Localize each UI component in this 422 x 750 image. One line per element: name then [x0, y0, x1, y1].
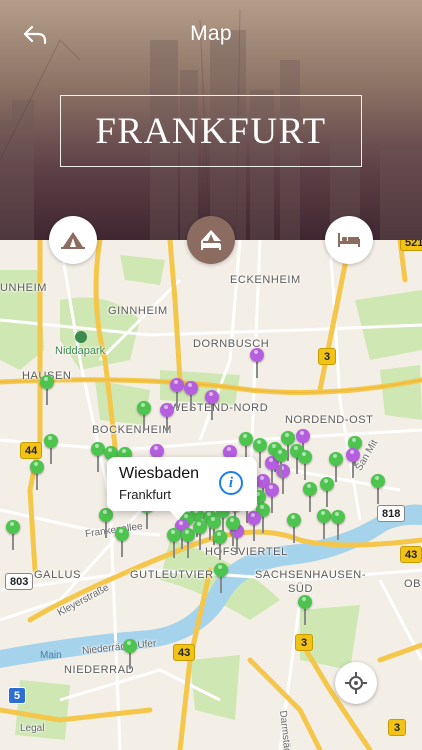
info-icon[interactable]: i [219, 471, 243, 495]
city-title-box: FRANKFURT [60, 95, 362, 167]
place-pin-green[interactable] [303, 482, 317, 512]
road-shield: 3 [318, 348, 336, 365]
place-pin-green[interactable] [214, 563, 228, 593]
road-shield: 43 [173, 644, 196, 661]
place-pin-green[interactable] [256, 503, 270, 533]
legal-link[interactable]: Legal [20, 723, 44, 734]
place-pin-green[interactable] [320, 477, 334, 507]
district-label: SÜD [288, 583, 314, 595]
crosshair-icon [345, 672, 367, 694]
district-label: SACHSENHAUSEN- [255, 569, 367, 581]
place-pin-green[interactable] [99, 508, 113, 538]
place-pin-purple[interactable] [184, 381, 198, 411]
header-banner: Map FRANKFURT [0, 0, 422, 240]
place-pin-green[interactable] [44, 434, 58, 464]
page-title: Map [190, 22, 232, 45]
tab-attractions[interactable] [49, 216, 97, 264]
road-shield: 3 [295, 634, 313, 651]
place-pin-green[interactable] [30, 460, 44, 490]
map-view[interactable]: UNHEIM ECKENHEIM GINNHEIM DORNBUSCH HAUS… [0, 240, 422, 750]
callout-subtitle: Frankfurt [119, 487, 172, 502]
park-marker-icon [75, 331, 87, 343]
place-pin-green[interactable] [40, 375, 54, 405]
place-pin-green[interactable] [298, 450, 312, 480]
place-pin-green[interactable] [371, 474, 385, 504]
nav-bar: Map [0, 14, 422, 54]
district-label: WESTEND-NORD [170, 402, 269, 414]
city-name: FRANKFURT [95, 110, 327, 152]
place-pin-purple[interactable] [276, 464, 290, 494]
district-label: NIEDERRAD [64, 664, 135, 676]
road-shield: 3 [388, 719, 406, 736]
tab-lodging[interactable] [325, 216, 373, 264]
callout-title: Wiesbaden [119, 465, 200, 482]
place-pin-green[interactable] [298, 595, 312, 625]
district-label: HOFSVIERTEL [205, 546, 288, 558]
district-label: ECKENHEIM [230, 274, 301, 286]
road-shield: 44 [20, 442, 43, 459]
district-label: UNHEIM [0, 282, 47, 294]
place-pin-green[interactable] [317, 509, 331, 539]
district-label: NORDEND-OST [285, 414, 374, 426]
district-label: GINNHEIM [108, 305, 168, 317]
place-pin-purple[interactable] [346, 448, 360, 478]
place-pin-green[interactable] [115, 527, 129, 557]
place-pin-green[interactable] [167, 528, 181, 558]
place-pin-purple[interactable] [250, 348, 264, 378]
place-pin-green[interactable] [123, 639, 137, 669]
place-pin-green[interactable] [331, 510, 345, 540]
road-shield: 818 [377, 505, 406, 522]
place-pin-purple[interactable] [205, 390, 219, 420]
place-pin-purple[interactable] [160, 403, 174, 433]
place-pin-green[interactable] [140, 499, 154, 529]
bed-icon [338, 233, 360, 247]
place-pin-green[interactable] [193, 520, 207, 550]
place-pin-purple[interactable] [265, 483, 279, 513]
place-pin-green[interactable] [226, 516, 240, 546]
district-label: BOCKENHEIM [92, 424, 172, 436]
map-callout[interactable]: Wiesbaden Frankfurt i [107, 457, 257, 520]
place-pin-green[interactable] [329, 452, 343, 482]
river-label: Main [40, 650, 62, 661]
place-pin-green[interactable] [253, 438, 267, 468]
hotel-tent-icon [201, 230, 221, 250]
road-shield: 43 [400, 546, 422, 563]
place-pin-purple[interactable] [170, 378, 184, 408]
place-pin-purple[interactable] [247, 511, 261, 541]
place-pin-green[interactable] [287, 513, 301, 543]
road-shield: 5 [8, 687, 26, 704]
district-label: GALLUS [34, 569, 82, 581]
place-pin-green[interactable] [213, 530, 227, 560]
tab-hotels[interactable] [187, 216, 235, 264]
road-shield: 803 [5, 573, 34, 590]
place-pin-green[interactable] [137, 401, 151, 431]
tent-icon [61, 232, 85, 249]
road-shield: 521 [400, 240, 422, 251]
place-pin-green[interactable] [91, 442, 105, 472]
place-pin-purple[interactable] [230, 524, 244, 554]
locate-button[interactable] [335, 662, 377, 704]
park-label: Niddapark [55, 345, 106, 357]
place-pin-green[interactable] [181, 528, 195, 558]
place-pin-green[interactable] [6, 520, 20, 550]
district-label: OB [404, 578, 422, 590]
district-label: GUTLEUTVIER [130, 569, 214, 581]
place-pin-green[interactable] [274, 448, 288, 478]
